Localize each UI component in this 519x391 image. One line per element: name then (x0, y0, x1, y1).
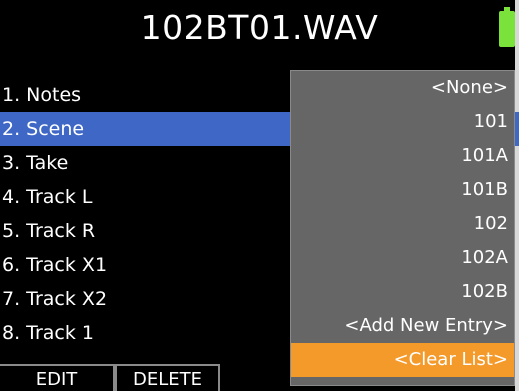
metadata-row-track-l[interactable]: 4. Track L (0, 180, 300, 214)
metadata-display: 102BT01.WAV 1. Notes 2. Scene 3. Take 4.… (0, 0, 519, 391)
metadata-row-take[interactable]: 3. Take (0, 146, 300, 180)
metadata-row-track-1[interactable]: 8. Track 1 (0, 316, 300, 350)
dropdown-option-add-new-entry[interactable]: <Add New Entry> (291, 309, 514, 343)
page-title: 102BT01.WAV (140, 8, 379, 47)
delete-button[interactable]: DELETE (115, 364, 220, 391)
dropdown-option-101[interactable]: 101 (291, 105, 514, 139)
scene-dropdown[interactable]: <None> 101 101A 101B 102 102A 102B <Add … (290, 70, 515, 386)
dropdown-option-none[interactable]: <None> (291, 71, 514, 105)
dropdown-option-101b[interactable]: 101B (291, 173, 514, 207)
metadata-row-track-r[interactable]: 5. Track R (0, 214, 300, 248)
dropdown-option-102[interactable]: 102 (291, 207, 514, 241)
battery-icon (499, 7, 515, 47)
edit-button[interactable]: EDIT (0, 364, 115, 391)
dropdown-option-clear-list[interactable]: <Clear List> (291, 343, 514, 377)
bottom-soft-key-bar: EDIT DELETE (0, 364, 270, 391)
dropdown-option-102a[interactable]: 102A (291, 241, 514, 275)
metadata-row-notes[interactable]: 1. Notes (0, 78, 300, 112)
dropdown-option-102b[interactable]: 102B (291, 275, 514, 309)
metadata-row-track-x2[interactable]: 7. Track X2 (0, 282, 300, 316)
recorder-screen: 102BT01.WAV 1. Notes 2. Scene 3. Take 4.… (0, 0, 519, 391)
dropdown-option-101a[interactable]: 101A (291, 139, 514, 173)
metadata-row-track-x1[interactable]: 6. Track X1 (0, 248, 300, 282)
